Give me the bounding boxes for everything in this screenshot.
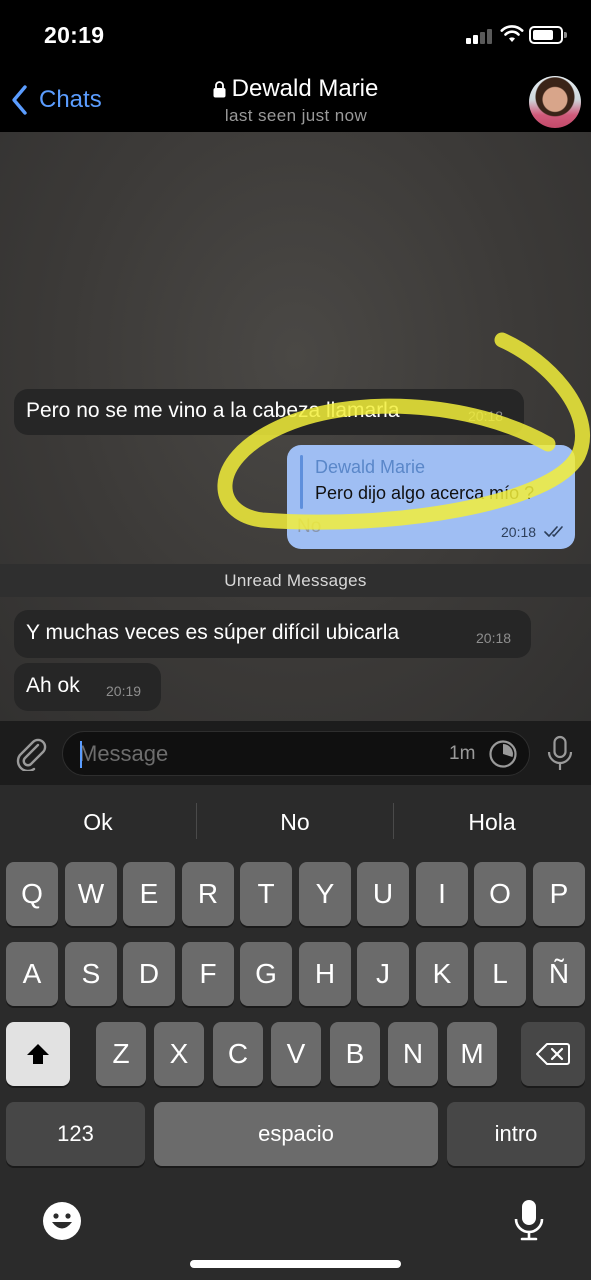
message-list[interactable]: Pero no se me vino a la cabeza llamarla … <box>0 132 591 721</box>
status-time: 20:19 <box>44 22 105 48</box>
contact-name: Dewald Marie <box>231 75 379 102</box>
avatar[interactable] <box>529 76 581 128</box>
double-check-icon <box>544 526 563 537</box>
key-p[interactable]: P <box>533 862 585 926</box>
shift-icon <box>27 1044 49 1064</box>
key-a[interactable]: A <box>6 942 58 1006</box>
reply-quoted-text: Pero dijo algo acerca mío ? <box>315 483 535 503</box>
message-time: 20:18 <box>468 408 504 424</box>
emoji-icon[interactable] <box>42 1201 82 1241</box>
predictive-suggestions: Ok No Hola <box>0 785 591 857</box>
suggestion-hola[interactable]: Hola <box>394 785 590 857</box>
chat-title[interactable]: Dewald Marie last seen just now <box>0 75 591 126</box>
key-w[interactable]: W <box>65 862 117 926</box>
shift-key[interactable] <box>6 1022 70 1086</box>
key-enye[interactable]: Ñ <box>533 942 585 1006</box>
chat-header: Chats Dewald Marie last seen just now <box>0 66 591 132</box>
reply-quote-bar <box>300 455 303 509</box>
suggestion-no[interactable]: No <box>197 785 393 857</box>
home-indicator[interactable] <box>190 1260 401 1268</box>
key-v[interactable]: V <box>271 1022 321 1086</box>
key-x[interactable]: X <box>154 1022 204 1086</box>
message-incoming[interactable]: Pero no se me vino a la cabeza llamarla … <box>14 389 524 435</box>
key-h[interactable]: H <box>299 942 351 1006</box>
lock-icon <box>213 80 226 97</box>
message-text: Pero no se me vino a la cabeza llamarla <box>26 399 400 422</box>
return-key[interactable]: intro <box>447 1102 585 1166</box>
wifi-icon <box>500 25 524 42</box>
text-cursor <box>80 741 82 768</box>
key-y[interactable]: Y <box>299 862 351 926</box>
unread-messages-divider: Unread Messages <box>0 564 591 597</box>
message-incoming[interactable]: Y muchas veces es súper difícil ubicarla… <box>14 610 531 658</box>
key-b[interactable]: B <box>330 1022 380 1086</box>
mic-icon[interactable] <box>547 735 573 773</box>
key-m[interactable]: M <box>447 1022 497 1086</box>
key-r[interactable]: R <box>182 862 234 926</box>
key-l[interactable]: L <box>474 942 526 1006</box>
key-f[interactable]: F <box>182 942 234 1006</box>
message-time: 20:19 <box>106 683 142 699</box>
backspace-key[interactable] <box>521 1022 585 1086</box>
dictation-mic-icon[interactable] <box>514 1199 544 1241</box>
key-n[interactable]: N <box>388 1022 438 1086</box>
message-field[interactable]: 1m <box>62 731 530 776</box>
key-u[interactable]: U <box>357 862 409 926</box>
reply-sender-name: Dewald Marie <box>315 457 426 477</box>
message-composer: 1m <box>0 721 591 785</box>
key-s[interactable]: S <box>65 942 117 1006</box>
message-outgoing[interactable]: Dewald Marie Pero dijo algo acerca mío ?… <box>287 445 575 549</box>
message-time: 20:18 <box>476 630 512 646</box>
key-t[interactable]: T <box>240 862 292 926</box>
message-incoming[interactable]: Ah ok 20:19 <box>14 663 161 711</box>
key-q[interactable]: Q <box>6 862 58 926</box>
space-key[interactable]: espacio <box>154 1102 438 1166</box>
numbers-key[interactable]: 123 <box>6 1102 145 1166</box>
cellular-signal-icon <box>466 28 492 44</box>
key-g[interactable]: G <box>240 942 292 1006</box>
keyboard: Ok No Hola Q W E R T Y U I O P A S D F G… <box>0 785 591 1280</box>
key-o[interactable]: O <box>474 862 526 926</box>
status-bar: 20:19 <box>0 0 591 66</box>
message-text: No <box>297 516 322 537</box>
timer-icon[interactable] <box>488 739 518 769</box>
contact-name-row: Dewald Marie <box>213 75 379 103</box>
message-text: Ah ok <box>26 674 80 697</box>
battery-icon <box>529 26 567 44</box>
key-d[interactable]: D <box>123 942 175 1006</box>
key-k[interactable]: K <box>416 942 468 1006</box>
key-e[interactable]: E <box>123 862 175 926</box>
last-seen-status: last seen just now <box>224 106 368 125</box>
message-input[interactable] <box>79 738 429 770</box>
attach-icon[interactable] <box>14 735 48 771</box>
message-text: Y muchas veces es súper difícil ubicarla <box>26 621 400 644</box>
key-i[interactable]: I <box>416 862 468 926</box>
key-c[interactable]: C <box>213 1022 263 1086</box>
key-z[interactable]: Z <box>96 1022 146 1086</box>
message-time: 20:18 <box>501 524 537 540</box>
self-destruct-timer-label: 1m <box>449 743 476 764</box>
backspace-icon <box>536 1043 570 1065</box>
key-j[interactable]: J <box>357 942 409 1006</box>
suggestion-ok[interactable]: Ok <box>0 785 196 857</box>
